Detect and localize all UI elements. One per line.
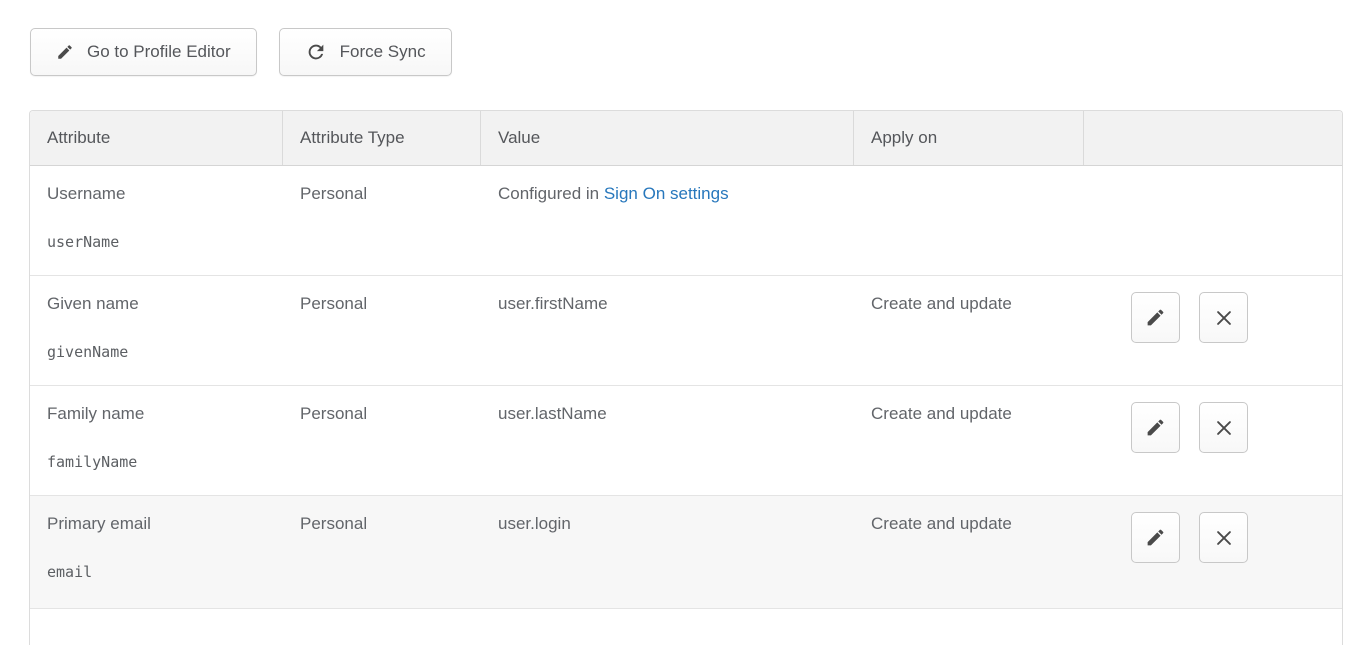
table-row: Family name familyName Personal user.las… — [30, 386, 1342, 496]
pencil-icon — [1145, 417, 1166, 438]
apply-on-text: Create and update — [871, 404, 1012, 423]
attribute-label: Username — [47, 183, 283, 204]
column-header-attribute-type: Attribute Type — [283, 111, 481, 165]
attribute-cell: Given name givenName — [30, 276, 283, 385]
attribute-label: Family name — [47, 403, 283, 424]
value-text: user.lastName — [498, 404, 607, 423]
apply-on-text: Create and update — [871, 514, 1012, 533]
attribute-type-cell: Personal — [283, 166, 481, 275]
attribute-type-text: Personal — [300, 404, 367, 423]
go-to-profile-editor-button[interactable]: Go to Profile Editor — [30, 28, 257, 76]
edit-attribute-button[interactable] — [1131, 292, 1180, 343]
value-text: user.firstName — [498, 294, 608, 313]
close-icon — [1213, 417, 1235, 439]
table-row: Primary email email Personal user.login … — [30, 496, 1342, 609]
attribute-variable: familyName — [47, 452, 283, 473]
attribute-type-cell: Personal — [283, 496, 481, 608]
apply-on-text: Create and update — [871, 294, 1012, 313]
pencil-icon — [1145, 307, 1166, 328]
value-text: Configured in — [498, 184, 604, 203]
edit-attribute-button[interactable] — [1131, 512, 1180, 563]
table-row: Username userName Personal Configured in… — [30, 166, 1342, 276]
attribute-cell: Username userName — [30, 166, 283, 275]
attribute-label: Given name — [47, 293, 283, 314]
row-actions — [1084, 276, 1342, 385]
attribute-cell: Family name familyName — [30, 386, 283, 495]
force-sync-label: Force Sync — [340, 42, 426, 62]
pencil-icon — [56, 43, 74, 61]
attribute-type-cell: Personal — [283, 386, 481, 495]
attribute-type-text: Personal — [300, 294, 367, 313]
row-actions — [1084, 386, 1342, 495]
delete-attribute-button[interactable] — [1199, 292, 1248, 343]
edit-attribute-button[interactable] — [1131, 402, 1180, 453]
attribute-type-cell: Personal — [283, 276, 481, 385]
attribute-cell: Primary email email — [30, 496, 283, 608]
column-header-attribute: Attribute — [30, 111, 283, 165]
attribute-variable: givenName — [47, 342, 283, 363]
apply-on-cell: Create and update — [854, 386, 1084, 495]
delete-attribute-button[interactable] — [1199, 512, 1248, 563]
value-cell: Configured in Sign On settings — [481, 166, 854, 275]
apply-on-cell: Create and update — [854, 276, 1084, 385]
value-cell: user.login — [481, 496, 854, 608]
row-actions — [1084, 496, 1342, 608]
attribute-variable: email — [47, 562, 283, 583]
column-header-apply-on: Apply on — [854, 111, 1084, 165]
value-cell: user.firstName — [481, 276, 854, 385]
table-header: Attribute Attribute Type Value Apply on — [30, 111, 1342, 166]
delete-attribute-button[interactable] — [1199, 402, 1248, 453]
attributes-table: Attribute Attribute Type Value Apply on … — [29, 110, 1343, 645]
go-to-profile-editor-label: Go to Profile Editor — [87, 42, 231, 62]
value-text: user.login — [498, 514, 571, 533]
pencil-icon — [1145, 527, 1166, 548]
table-row: Given name givenName Personal user.first… — [30, 276, 1342, 386]
attribute-type-text: Personal — [300, 184, 367, 203]
attribute-variable: userName — [47, 232, 283, 253]
column-header-value: Value — [481, 111, 854, 165]
table-row-partial — [30, 609, 1342, 645]
force-sync-button[interactable]: Force Sync — [279, 28, 452, 76]
attribute-type-text: Personal — [300, 514, 367, 533]
close-icon — [1213, 527, 1235, 549]
apply-on-cell — [854, 166, 1084, 275]
apply-on-cell: Create and update — [854, 496, 1084, 608]
attribute-label: Primary email — [47, 513, 283, 534]
close-icon — [1213, 307, 1235, 329]
value-cell: user.lastName — [481, 386, 854, 495]
sign-on-settings-link[interactable]: Sign On settings — [604, 184, 729, 203]
refresh-icon — [305, 41, 327, 63]
table-body: Username userName Personal Configured in… — [30, 166, 1342, 609]
column-header-actions — [1084, 111, 1342, 165]
toolbar: Go to Profile Editor Force Sync — [30, 28, 452, 76]
